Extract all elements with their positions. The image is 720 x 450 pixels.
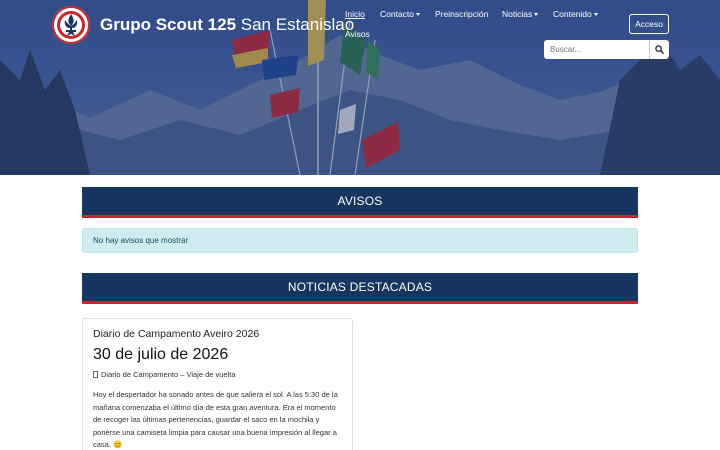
nav-item-inicio[interactable]: Inicio — [345, 9, 365, 19]
article-category[interactable]: Diario de Campamento – Viaje de vuelta — [101, 370, 236, 379]
search-form — [544, 40, 669, 59]
nav-item-noticias[interactable]: Noticias — [502, 9, 539, 19]
login-button[interactable]: Acceso — [629, 14, 669, 34]
search-icon — [655, 45, 664, 54]
avisos-heading: AVISOS — [82, 187, 638, 218]
article-excerpt: Hoy el despertador ha sonado antes de qu… — [93, 390, 338, 449]
article-card[interactable]: Diario de Campamento Aveiro 2026 30 de j… — [82, 318, 353, 450]
site-title-bold: Grupo Scout 125 — [100, 15, 237, 34]
article-title[interactable]: Diario de Campamento Aveiro 2026 — [93, 328, 342, 340]
nav-item-label: Noticias — [502, 9, 533, 19]
nav-item-label: Avisos — [345, 29, 370, 39]
chevron-down-icon — [416, 13, 421, 17]
site-title-regular: San Estanislao — [236, 15, 355, 34]
article-date: 30 de julio de 2026 — [93, 346, 229, 363]
tag-icon — [93, 371, 98, 378]
nav-item-contenido[interactable]: Contenido — [553, 9, 598, 19]
article-meta: Diario de Campamento – Viaje de vuelta — [93, 370, 342, 379]
chevron-down-icon — [534, 13, 539, 17]
destacadas-heading: NOTICIAS DESTACADAS — [82, 273, 638, 304]
nav-item-contacto[interactable]: Contacto — [380, 9, 421, 19]
site-brand[interactable]: Grupo Scout 125 San Estanislao — [52, 5, 354, 45]
nav-item-label: Contacto — [380, 9, 415, 19]
nav-item-avisos[interactable]: Avisos — [345, 29, 370, 39]
nav-item-label: Preinscripción — [435, 9, 489, 19]
site-title: Grupo Scout 125 San Estanislao — [100, 15, 354, 35]
avisos-empty-alert: No hay avisos que mostrar — [82, 228, 638, 253]
scout-logo — [52, 6, 90, 44]
nav-item-label: Inicio — [345, 9, 365, 19]
search-button[interactable] — [649, 40, 669, 59]
search-input[interactable] — [544, 40, 649, 59]
nav-item-preinscripcion[interactable]: Preinscripción — [435, 9, 488, 19]
nav-item-label: Contenido — [553, 9, 592, 19]
chevron-down-icon — [593, 13, 598, 17]
